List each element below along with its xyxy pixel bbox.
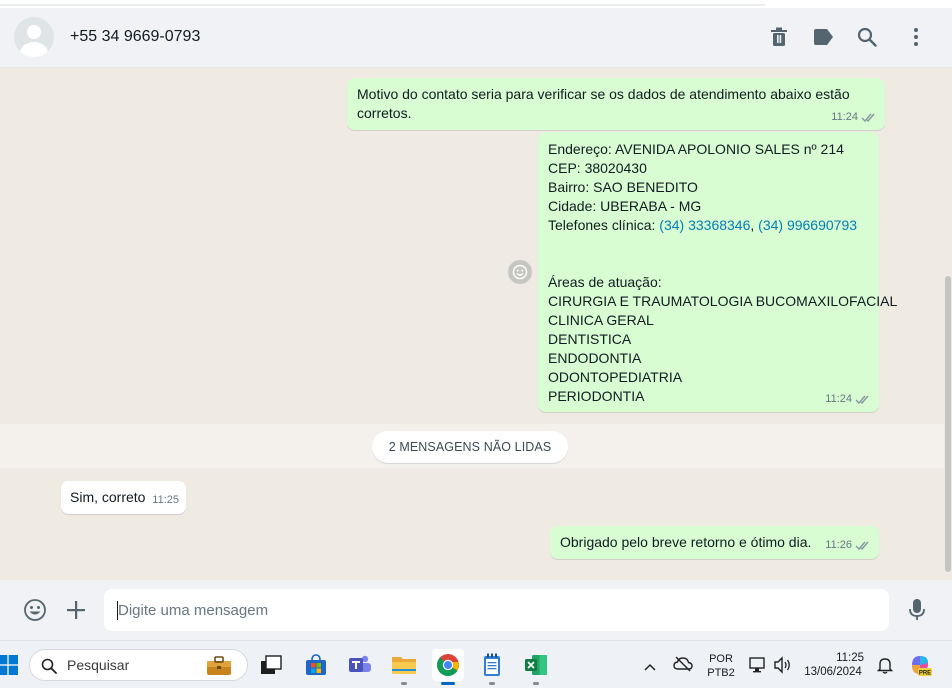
emoji-icon[interactable] xyxy=(22,597,48,623)
attach-plus-icon[interactable] xyxy=(63,597,89,623)
chevron-up-icon[interactable] xyxy=(643,659,657,677)
copilot-icon[interactable]: PRE xyxy=(908,653,932,682)
message-time: 11:24 xyxy=(825,393,852,405)
trash-icon[interactable] xyxy=(767,25,791,49)
search-placeholder: Pesquisar xyxy=(67,657,130,673)
clock-date: 13/06/2024 xyxy=(804,666,862,678)
contact-avatar[interactable] xyxy=(14,17,54,57)
message-text-line: Telefones clínica: (34) 33368346, (34) 9… xyxy=(548,216,871,235)
message-bubble-outgoing[interactable]: Obrigado pelo breve retorno e ótimo dia.… xyxy=(550,526,879,559)
language-line-2: PTB2 xyxy=(707,667,735,679)
notification-bell-icon[interactable] xyxy=(876,656,894,679)
taskbar-search[interactable]: Pesquisar xyxy=(29,649,248,681)
message-meta: 11:25 xyxy=(152,491,179,510)
message-time: 11:24 xyxy=(831,111,858,123)
smiley-icon xyxy=(512,264,528,280)
chat-panel[interactable]: Motivo do contato seria para verificar s… xyxy=(0,68,952,580)
message-time: 11:26 xyxy=(825,539,852,551)
chrome-icon[interactable] xyxy=(432,649,464,685)
kebab-menu-icon[interactable] xyxy=(904,25,928,49)
volume-icon[interactable] xyxy=(773,656,793,679)
message-bubble-incoming[interactable]: Sim, correto 11:25 xyxy=(61,481,186,514)
excel-icon[interactable] xyxy=(520,649,552,685)
message-text-line: Cidade: UBERABA - MG xyxy=(548,198,702,214)
chat-scrollbar[interactable] xyxy=(944,68,952,580)
message-text-line: Áreas de atuação: xyxy=(548,274,662,290)
clock[interactable]: 11:25 13/06/2024 xyxy=(800,651,866,679)
read-ticks-icon xyxy=(855,541,869,551)
language-line-1: POR xyxy=(709,653,733,665)
file-explorer-icon[interactable] xyxy=(388,649,420,685)
browser-top-strip xyxy=(0,0,952,8)
contact-name[interactable]: +55 34 9669-0793 xyxy=(70,28,200,46)
message-meta: 11:24 xyxy=(831,108,877,127)
phone-link-1[interactable]: (34) 33368346 xyxy=(659,217,750,233)
message-text-line: corretos. xyxy=(357,105,412,121)
notepad-icon[interactable] xyxy=(476,649,508,685)
message-bubble-outgoing[interactable]: Endereço: AVENIDA APOLONIO SALES nº 214 … xyxy=(538,132,898,412)
message-text-line: Endereço: AVENIDA APOLONIO SALES nº 214 xyxy=(548,141,844,157)
read-ticks-icon xyxy=(861,113,875,123)
tab-strip-line xyxy=(0,4,765,6)
message-composer xyxy=(0,580,952,640)
task-view-icon[interactable] xyxy=(255,649,287,681)
teams-icon[interactable] xyxy=(344,649,376,681)
message-meta: 11:24 xyxy=(825,390,871,409)
message-text: Obrigado pelo breve retorno e ótimo dia. xyxy=(560,534,812,550)
message-text-line: Bairro: SAO BENEDITO xyxy=(548,179,698,195)
chat-header: +55 34 9669-0793 xyxy=(0,8,952,68)
message-text-line: CIRURGIA E TRAUMATOLOGIA BUCOMAXILOFACIA… xyxy=(548,293,898,309)
language-indicator[interactable]: POR PTB2 xyxy=(703,652,739,680)
label-icon[interactable] xyxy=(811,25,835,49)
message-text-line: CEP: 38020430 xyxy=(548,160,647,176)
microphone-icon[interactable] xyxy=(904,597,930,623)
message-text-line: DENTISTICA xyxy=(548,331,632,347)
message-text-line: ODONTOPEDIATRIA xyxy=(548,369,683,385)
phones-label: Telefones clínica: xyxy=(548,217,660,233)
search-icon[interactable] xyxy=(855,25,879,49)
microsoft-store-icon[interactable] xyxy=(300,649,332,681)
message-text-line: PERIODONTIA xyxy=(548,388,645,404)
scrollbar-thumb[interactable] xyxy=(945,276,951,572)
cloud-offline-icon[interactable] xyxy=(673,656,693,677)
clock-time: 11:25 xyxy=(836,652,864,664)
windows-taskbar: Pesquisar POR PTB2 11:25 13/06/2024 PRE xyxy=(0,640,952,688)
message-time: 11:25 xyxy=(152,494,179,506)
emoji-react-button[interactable] xyxy=(508,260,532,284)
phone-separator: , xyxy=(750,217,759,233)
display-icon[interactable] xyxy=(749,656,767,679)
svg-text:PRE: PRE xyxy=(919,671,931,677)
message-text-line: ENDODONTIA xyxy=(548,350,642,366)
message-text-line: Motivo do contato seria para verificar s… xyxy=(357,86,850,102)
message-meta: 11:26 xyxy=(825,536,871,555)
windows-start-icon[interactable] xyxy=(0,649,24,681)
search-icon xyxy=(41,658,57,674)
unread-messages-divider: 2 MENSAGENS NÃO LIDAS xyxy=(372,431,568,463)
phone-link-2[interactable]: (34) 996690793 xyxy=(758,217,857,233)
text-caret xyxy=(117,601,118,620)
message-bubble-outgoing[interactable]: Motivo do contato seria para verificar s… xyxy=(347,78,885,130)
message-text-line: CLINICA GERAL xyxy=(548,312,654,328)
briefcase-icon xyxy=(207,656,231,675)
message-text: Sim, correto xyxy=(70,489,146,505)
message-input[interactable] xyxy=(104,589,889,631)
read-ticks-icon xyxy=(855,395,869,405)
